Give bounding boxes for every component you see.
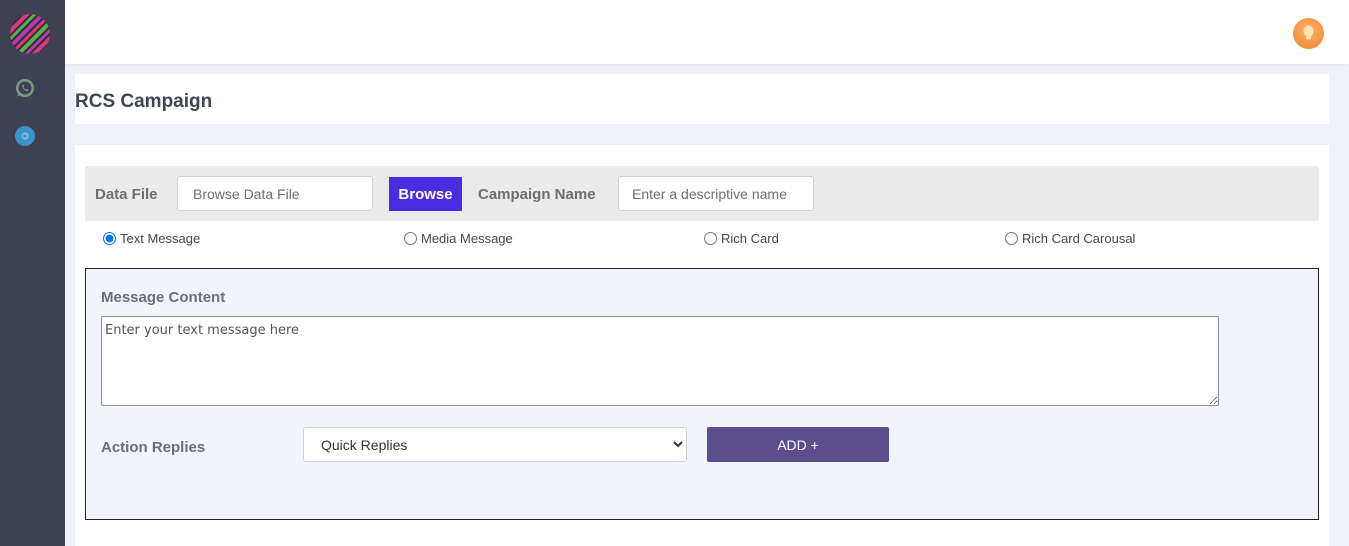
browse-button[interactable]: Browse (389, 177, 462, 211)
campaign-name-input[interactable] (618, 176, 814, 211)
whatsapp-icon[interactable] (14, 77, 36, 99)
radio-media-message[interactable]: Media Message (404, 231, 513, 246)
lightbulb-icon (1303, 25, 1314, 40)
add-reply-button[interactable]: ADD + (707, 427, 889, 462)
top-bar (65, 0, 1349, 64)
data-file-label: Data File (95, 186, 158, 203)
page-title: RCS Campaign (75, 91, 213, 112)
radio-rich-card[interactable]: Rich Card (704, 231, 779, 246)
app-logo[interactable] (10, 14, 50, 54)
radio-media-message-input[interactable] (404, 232, 417, 245)
user-avatar[interactable] (1293, 18, 1324, 49)
radio-rich-card-carousal[interactable]: Rich Card Carousal (1005, 231, 1135, 246)
radio-rich-card-carousal-input[interactable] (1005, 232, 1018, 245)
rcs-icon[interactable] (14, 125, 36, 147)
message-textarea[interactable] (101, 316, 1219, 406)
data-file-input[interactable] (177, 176, 373, 211)
radio-rich-card-carousal-label: Rich Card Carousal (1022, 231, 1136, 246)
campaign-form: Data File Browse Campaign Name Text Mess… (75, 145, 1329, 546)
action-replies-select[interactable]: Quick Replies (303, 427, 687, 462)
radio-text-message-label: Text Message (120, 231, 201, 246)
radio-rich-card-input[interactable] (704, 232, 717, 245)
radio-text-message[interactable]: Text Message (103, 231, 200, 246)
sidebar (0, 0, 65, 546)
radio-rich-card-label: Rich Card (721, 231, 779, 246)
title-bar: RCS Campaign (75, 74, 1329, 124)
message-content-box: Message Content Action Replies Quick Rep… (85, 268, 1319, 520)
message-content-label: Message Content (101, 289, 226, 306)
action-replies-label: Action Replies (101, 439, 206, 456)
campaign-name-label: Campaign Name (478, 186, 596, 203)
radio-text-message-input[interactable] (103, 232, 116, 245)
radio-media-message-label: Media Message (421, 231, 513, 246)
file-bar: Data File Browse Campaign Name (85, 166, 1319, 221)
message-type-group: Text Message Media Message Rich Card Ric… (75, 231, 1329, 249)
